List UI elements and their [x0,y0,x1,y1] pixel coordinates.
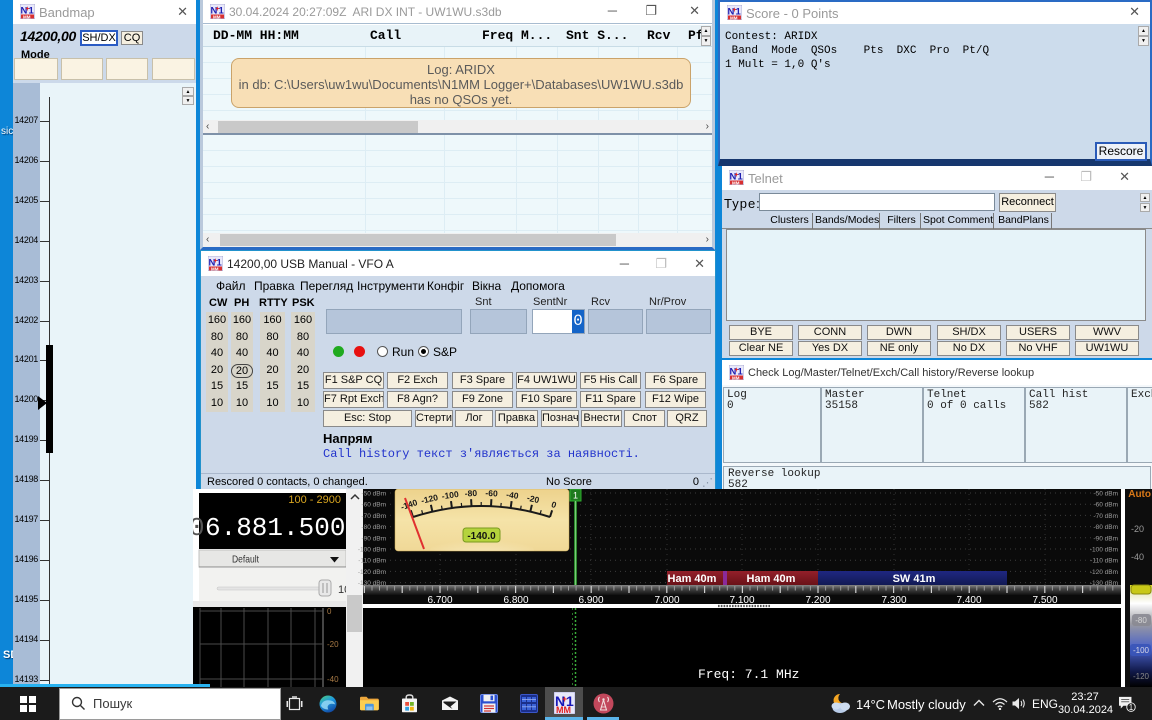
svg-text:-120: -120 [1133,672,1150,681]
svg-text:1: 1 [1129,703,1134,712]
svg-text:-50 dBm: -50 dBm [1093,491,1118,498]
svg-text:-110 dBm: -110 dBm [1090,558,1118,565]
svg-text:-40: -40 [1131,552,1144,562]
svg-text:MM: MM [211,266,219,271]
svg-text:1: 1 [573,491,578,501]
svg-text:100 - 2900: 100 - 2900 [288,494,341,506]
svg-text:-100: -100 [1133,646,1150,655]
svg-text:Ham 40m: Ham 40m [747,573,796,585]
svg-text:-120 dBm: -120 dBm [1090,569,1118,576]
svg-text:6.881.500: 6.881.500 [205,513,345,543]
svg-text:MM: MM [730,15,738,20]
svg-text:-50 dBm: -50 dBm [361,491,386,498]
svg-text:Default: Default [232,554,259,566]
svg-text:MM: MM [732,180,740,185]
svg-text:-90 dBm: -90 dBm [361,535,386,542]
svg-text:MM: MM [556,705,571,714]
svg-text:-70 dBm: -70 dBm [361,513,386,520]
svg-text:-40: -40 [506,489,520,501]
svg-text:-60: -60 [485,489,498,499]
svg-text:-100 dBm: -100 dBm [358,547,386,554]
svg-text:MM: MM [213,14,221,19]
svg-text:-20: -20 [327,640,339,649]
svg-text:-60 dBm: -60 dBm [1093,502,1118,509]
svg-text:-40: -40 [327,675,339,684]
svg-text:-140.0: -140.0 [467,531,496,542]
svg-text:-110 dBm: -110 dBm [358,558,386,565]
svg-text:-90 dBm: -90 dBm [1093,535,1118,542]
svg-text:-120 dBm: -120 dBm [358,569,386,576]
svg-text:0: 0 [327,607,332,616]
svg-text:MM: MM [732,375,740,380]
svg-text:-80: -80 [464,489,477,499]
svg-text:-100 dBm: -100 dBm [1090,547,1118,554]
svg-text:-70 dBm: -70 dBm [1093,513,1118,520]
svg-text:-80 dBm: -80 dBm [361,524,386,531]
svg-text:Freq: 7.1 MHz: Freq: 7.1 MHz [698,667,799,682]
svg-text:-80 dBm: -80 dBm [1093,524,1118,531]
svg-text:-60 dBm: -60 dBm [361,502,386,509]
svg-text:-20: -20 [1131,524,1144,534]
svg-text:0: 0 [193,513,205,543]
svg-text:SW 41m: SW 41m [893,573,936,585]
svg-text:MM: MM [23,14,31,19]
svg-text:Auto: Auto [1128,489,1151,500]
svg-text:-80: -80 [1135,616,1147,625]
svg-text:Ham 40m: Ham 40m [668,573,717,585]
